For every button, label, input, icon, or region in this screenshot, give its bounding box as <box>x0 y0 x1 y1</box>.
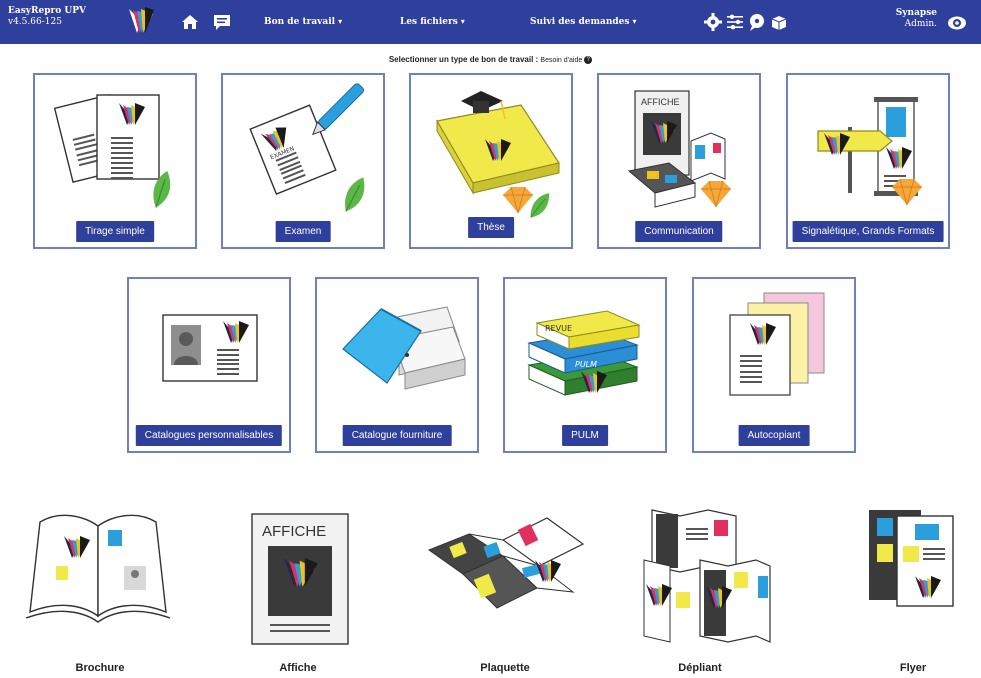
svg-text:AFFICHE: AFFICHE <box>262 523 326 540</box>
product-depliant <box>630 500 790 660</box>
card-signaletique[interactable]: Signalétique, Grands Formats <box>786 73 950 249</box>
user-info[interactable]: Synapse Admin. <box>896 8 937 30</box>
card-these-button[interactable]: Thèse <box>468 217 514 238</box>
card-pulm-button[interactable]: PULM <box>562 425 608 446</box>
card-autocopiant[interactable]: Autocopiant <box>692 277 856 453</box>
flyer-illustration <box>869 510 954 607</box>
product-plaquette <box>425 500 585 660</box>
menu-les-fichiers-label: Les fichiers <box>400 17 458 27</box>
card-communication[interactable]: AFFICHE Communication <box>597 73 761 249</box>
top-navigation-bar: EasyRepro UPV v4.5.66-125 Bon de travail… <box>0 0 981 44</box>
user-name: Synapse <box>895 8 937 18</box>
product-depliant-label: Dépliant <box>678 662 722 674</box>
card-examen[interactable]: EXAMEN Examen <box>221 73 385 249</box>
product-affiche-label: Affiche <box>279 662 317 674</box>
help-link[interactable]: Besoin d'aide ? <box>540 56 593 65</box>
page-prompt: Selectionner un type de bon de travail :… <box>0 55 981 65</box>
app-brand[interactable]: EasyRepro UPV v4.5.66-125 <box>8 6 86 28</box>
menu-bon-de-travail[interactable]: Bon de travail ▾ <box>264 16 342 27</box>
folded-leaflet-illustration <box>643 509 771 643</box>
brand-logo-icon[interactable] <box>128 7 154 35</box>
card-catalogues-personnalisables-button[interactable]: Catalogues personnalisables <box>135 425 283 446</box>
menu-les-fichiers[interactable]: Les fichiers ▾ <box>400 16 465 27</box>
brochure-illustration <box>25 514 171 623</box>
gear-icon[interactable] <box>703 12 723 32</box>
card-tirage-simple[interactable]: Tirage simple <box>33 73 197 249</box>
product-brochure-label: Brochure <box>75 662 125 674</box>
menu-suivi-des-demandes-label: Suivi des demandes <box>530 17 630 27</box>
menu-suivi-des-demandes[interactable]: Suivi des demandes ▾ <box>530 16 636 27</box>
card-signaletique-button[interactable]: Signalétique, Grands Formats <box>792 221 944 242</box>
home-icon[interactable] <box>180 12 200 32</box>
card-examen-button[interactable]: Examen <box>275 221 331 242</box>
app-name: EasyRepro UPV <box>8 6 86 16</box>
card-tirage-simple-button[interactable]: Tirage simple <box>76 221 154 242</box>
product-flyer <box>855 500 981 660</box>
chevron-down-icon: ▾ <box>338 16 343 26</box>
card-communication-button[interactable]: Communication <box>635 221 723 242</box>
card-pulm[interactable]: PULM REVUE PULM <box>503 277 667 453</box>
chat-icon[interactable] <box>212 12 232 32</box>
leaflet-illustration <box>427 517 585 609</box>
svg-text:REVUE: REVUE <box>545 324 572 333</box>
box-icon[interactable] <box>769 12 789 32</box>
product-affiche: AFFICHE <box>230 500 390 660</box>
menu-bon-de-travail-label: Bon de travail <box>264 17 336 27</box>
chevron-down-icon: ▾ <box>632 16 637 26</box>
card-autocopiant-button[interactable]: Autocopiant <box>738 425 810 446</box>
user-role: Admin. <box>904 19 937 29</box>
app-version: v4.5.66-125 <box>8 17 62 27</box>
svg-text:PULM: PULM <box>575 360 597 369</box>
svg-text:AFFICHE: AFFICHE <box>641 97 680 107</box>
card-catalogues-personnalisables[interactable]: Catalogues personnalisables <box>127 277 291 453</box>
poster-illustration: AFFICHE <box>251 513 349 645</box>
eye-icon[interactable] <box>947 13 967 33</box>
product-plaquette-label: Plaquette <box>480 662 530 674</box>
chat-bubble-icon[interactable] <box>747 12 767 32</box>
product-brochure <box>20 500 180 660</box>
chevron-down-icon: ▾ <box>460 16 465 26</box>
card-these[interactable]: Thèse <box>409 73 573 249</box>
card-catalogue-fourniture-button[interactable]: Catalogue fourniture <box>342 425 452 446</box>
help-link-label: Besoin d'aide <box>540 57 583 64</box>
prompt-text: Selectionner un type de bon de travail : <box>388 55 539 64</box>
sliders-icon[interactable] <box>725 12 745 32</box>
question-icon: ? <box>584 56 593 65</box>
product-flyer-label: Flyer <box>899 662 927 674</box>
card-catalogue-fourniture[interactable]: Catalogue fourniture <box>315 277 479 453</box>
